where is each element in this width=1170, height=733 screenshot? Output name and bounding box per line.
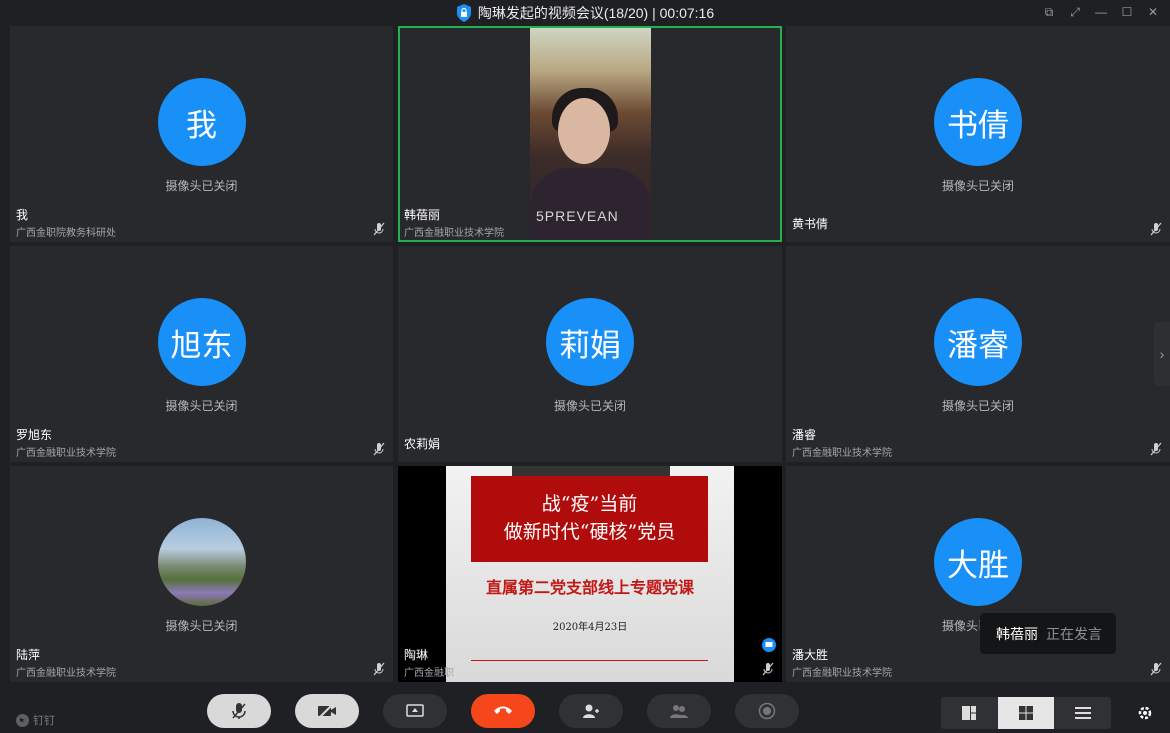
participant-org: 广西金融职业技术学院 — [16, 668, 116, 679]
lock-icon — [456, 4, 471, 22]
close-button[interactable]: ✕ — [1146, 5, 1160, 19]
maximize-button[interactable]: ☐ — [1120, 5, 1134, 19]
participant-tile[interactable]: 摄像头已关闭 陆萍 广西金融职业技术学院 — [10, 466, 393, 682]
participant-org: 广西金融职业技术学院 — [792, 668, 892, 679]
record-button[interactable] — [735, 694, 799, 728]
mute-button[interactable] — [207, 694, 271, 728]
share-screen-button[interactable] — [383, 694, 447, 728]
brand-label: 钉钉 — [33, 715, 55, 727]
participant-name: 陶琳 — [404, 648, 429, 662]
mic-off-icon — [1150, 442, 1162, 456]
participant-org: 广西金融职 — [404, 668, 454, 679]
screen-share-badge-icon — [762, 638, 776, 652]
screen-share-tile[interactable]: 战“疫”当前 做新时代“硬核”党员 直属第二党支部线上专题党课 2020年4月2… — [398, 466, 782, 682]
hangup-button[interactable] — [471, 694, 535, 728]
participant-tile[interactable]: 莉娟 摄像头已关闭 农莉娟 — [398, 246, 782, 462]
participant-tile[interactable]: 旭东 摄像头已关闭 罗旭东 广西金融职业技术学院 — [10, 246, 393, 462]
layout-switcher — [941, 697, 1111, 729]
mic-off-icon — [373, 662, 385, 676]
participant-org: 广西金融职业技术学院 — [404, 228, 504, 239]
speaking-toast: 韩蓓丽 正在发言 — [980, 613, 1116, 654]
title-bar: 陶琳发起的视频会议(18/20) | 00:07:16 ⧉ ⤢ — ☐ ✕ — [0, 0, 1170, 26]
layout-speaker-icon — [962, 706, 977, 720]
speaker-status: 正在发言 — [1046, 625, 1102, 642]
fullscreen-icon[interactable]: ⤢ — [1068, 5, 1082, 19]
camera-status: 摄像头已关闭 — [165, 619, 238, 633]
slide-subtitle: 直属第二党支部线上专题党课 — [485, 580, 694, 597]
avatar: 旭东 — [157, 298, 246, 386]
add-member-icon — [583, 704, 599, 718]
layout-grid-icon — [1019, 706, 1033, 720]
slide-divider — [471, 660, 708, 661]
minimize-button[interactable]: — — [1094, 5, 1108, 19]
camera-status: 摄像头已关闭 — [553, 399, 626, 413]
add-member-button[interactable] — [559, 694, 623, 728]
participant-name: 潘睿 — [792, 428, 817, 442]
mic-off-icon — [1150, 662, 1162, 676]
participant-name: 韩蓓丽 — [404, 208, 441, 222]
camera-off-icon — [318, 703, 336, 719]
avatar: 书倩 — [934, 78, 1022, 166]
avatar-photo — [157, 518, 246, 606]
mic-off-icon — [1150, 222, 1162, 236]
camera-status: 摄像头已关闭 — [941, 179, 1014, 193]
participant-tile[interactable]: 书倩 摄像头已关闭 黄书倩 — [786, 26, 1170, 242]
slide-line1: 战“疫”当前 — [541, 493, 638, 515]
layout-list-icon — [1074, 707, 1091, 719]
hangup-icon — [494, 706, 512, 714]
participant-name: 潘大胜 — [792, 648, 829, 662]
slide-date: 2020年4月23日 — [552, 622, 628, 633]
participant-org: 广西金职院教务科研处 — [16, 228, 116, 239]
camera-status: 摄像头已关闭 — [165, 399, 238, 413]
mic-off-icon — [762, 662, 774, 676]
participant-video: 5PREVEAN — [530, 28, 651, 240]
speaker-name: 韩蓓丽 — [996, 625, 1038, 642]
avatar: 潘睿 — [934, 298, 1022, 386]
mic-off-icon — [373, 442, 385, 456]
members-icon — [670, 705, 688, 718]
participant-tile[interactable]: 我 摄像头已关闭 我 广西金职院教务科研处 — [10, 26, 393, 242]
gear-icon[interactable] — [1137, 705, 1153, 721]
avatar: 莉娟 — [546, 298, 634, 386]
dingtalk-logo-icon — [16, 713, 29, 727]
layout-grid-button[interactable] — [997, 697, 1055, 729]
camera-status: 摄像头已关闭 — [941, 399, 1014, 413]
camera-button[interactable] — [295, 694, 359, 728]
layout-speaker-button[interactable] — [941, 697, 998, 729]
avatar: 我 — [157, 78, 246, 166]
avatar: 大胜 — [934, 518, 1022, 606]
record-icon — [758, 702, 776, 720]
meeting-title: 陶琳发起的视频会议(18/20) | 00:07:16 — [477, 5, 715, 21]
participant-name: 罗旭东 — [16, 428, 53, 442]
layout-list-button[interactable] — [1054, 697, 1111, 729]
video-grid: 我 摄像头已关闭 我 广西金职院教务科研处 5PREVEAN 韩蓓丽 广西金融职… — [10, 26, 1170, 682]
mic-off-icon — [232, 703, 246, 719]
bottom-toolbar: 钉钉 — [0, 682, 1170, 733]
slide-banner: 战“疫”当前 做新时代“硬核”党员 — [471, 476, 708, 562]
shared-slide: 战“疫”当前 做新时代“硬核”党员 直属第二党支部线上专题党课 2020年4月2… — [446, 466, 734, 682]
participant-org: 广西金融职业技术学院 — [792, 448, 892, 459]
screen-share-icon — [406, 704, 424, 717]
participant-org: 广西金融职业技术学院 — [16, 448, 116, 459]
brand: 钉钉 — [16, 712, 55, 728]
participant-tile[interactable]: 潘睿 摄像头已关闭 潘睿 广西金融职业技术学院 — [786, 246, 1170, 462]
camera-status: 摄像头已关闭 — [165, 179, 238, 193]
participant-name: 我 — [16, 208, 29, 222]
next-page-button[interactable]: › — [1154, 322, 1170, 386]
chevron-right-icon: › — [1159, 346, 1165, 362]
participant-tile-active[interactable]: 5PREVEAN 韩蓓丽 广西金融职业技术学院 — [398, 26, 782, 242]
pip-icon[interactable]: ⧉ — [1042, 5, 1056, 19]
members-button[interactable] — [647, 694, 711, 728]
shirt-text: 5PREVEAN — [536, 208, 619, 224]
mic-off-icon — [373, 222, 385, 236]
participant-name: 陆萍 — [16, 648, 41, 662]
participant-name: 黄书倩 — [792, 217, 829, 231]
participant-name: 农莉娟 — [404, 437, 441, 451]
slide-line2: 做新时代“硬核”党员 — [503, 521, 676, 543]
